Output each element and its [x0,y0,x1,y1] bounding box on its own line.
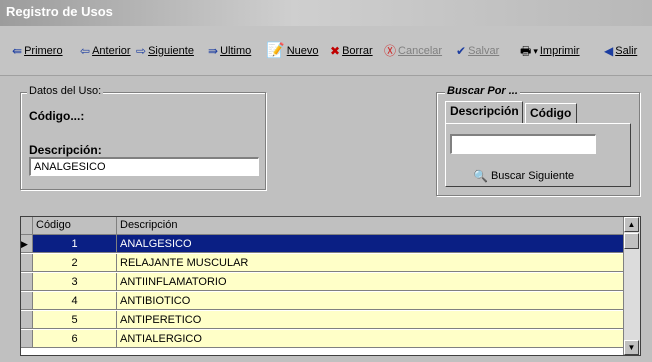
scroll-thumb[interactable] [624,233,639,249]
next-button[interactable]: ⇨ Siguiente [136,43,194,59]
new-label: Nuevo [286,45,319,57]
row-indicator[interactable] [21,311,33,329]
descripcion-field[interactable]: ANALGESICO [29,157,259,176]
magnifier-icon: 🔍 [473,169,488,183]
column-header-descripcion[interactable]: Descripción [117,217,625,234]
tab-descripcion[interactable]: Descripción [445,101,523,123]
usos-grid[interactable]: Código Descripción ▶ 1 ANALGESICO 2 RELAJANT… [20,216,641,356]
window-title: Registro de Usos [0,0,652,26]
save-check-icon: ✔ [456,44,467,58]
cell-descripcion[interactable]: ANTIINFLAMATORIO [117,273,625,291]
table-row[interactable]: 3 ANTIINFLAMATORIO [21,273,625,291]
last-arrow-icon: ⇛ [208,44,219,58]
toolbar: ⇚ Primero ⇦ Anterior ⇨ Siguiente ⇛ Ultim… [0,26,652,76]
save-button[interactable]: ✔ Salvar [456,43,499,59]
delete-label: Borrar [342,45,373,57]
printer-icon: 🖶 [520,44,532,58]
table-row[interactable]: 4 ANTIBIOTICO [21,292,625,310]
descripcion-label: Descripción: [29,143,102,157]
delete-icon: ✖ [330,44,341,58]
search-input[interactable] [450,134,596,154]
dropdown-arrow-icon[interactable]: ▾ [533,44,538,58]
codigo-label: Código...: [29,109,85,123]
delete-button[interactable]: ✖ Borrar [330,43,373,59]
cell-codigo[interactable]: 6 [33,330,117,348]
cell-codigo[interactable]: 2 [33,254,117,272]
cell-descripcion[interactable]: ANALGESICO [117,235,625,253]
previous-arrow-icon: ⇦ [80,44,91,58]
buscar-siguiente-label: Buscar Siguiente [490,170,575,182]
table-row[interactable]: 2 RELAJANTE MUSCULAR [21,254,625,272]
cancel-icon: Ⓧ [384,44,397,58]
exit-button[interactable]: ◀ Salir [604,43,637,59]
save-label: Salvar [468,45,500,57]
row-indicator[interactable] [21,292,33,310]
row-indicator[interactable] [21,254,33,272]
cancel-label: Cancelar [398,45,443,57]
datos-group-title: Datos del Uso: [27,85,104,97]
last-button[interactable]: ⇛ Ultimo [208,43,251,59]
buscar-group: Buscar Por ... Descripción Código 🔍 Busc… [436,85,640,196]
table-row[interactable]: 6 ANTIALERGICO [21,330,625,348]
next-label: Siguiente [148,45,194,57]
datos-group: Datos del Uso: Código...: Descripción: A… [20,85,266,190]
next-arrow-icon: ⇨ [136,44,147,58]
cell-codigo[interactable]: 5 [33,311,117,329]
exit-label: Salir [615,45,638,57]
cancel-button[interactable]: Ⓧ Cancelar [384,43,442,59]
previous-button[interactable]: ⇦ Anterior [80,43,131,59]
cell-descripcion[interactable]: ANTIPERETICO [117,311,625,329]
scroll-up-icon[interactable]: ▲ [624,217,639,232]
print-button[interactable]: 🖶 ▾ Imprimir [520,43,580,59]
cell-descripcion[interactable]: ANTIBIOTICO [117,292,625,310]
buscar-group-title: Buscar Por ... [445,85,520,97]
last-label: Ultimo [220,45,252,57]
column-header-codigo[interactable]: Código [33,217,117,234]
header-indicator [21,217,33,234]
grid-header: Código Descripción [21,217,625,235]
first-arrow-icon: ⇚ [12,44,23,58]
cell-codigo[interactable]: 4 [33,292,117,310]
cell-descripcion[interactable]: RELAJANTE MUSCULAR [117,254,625,272]
first-button[interactable]: ⇚ Primero [12,43,63,59]
grid-scrollbar[interactable]: ▲ ▼ [623,217,640,355]
table-row[interactable]: ▶ 1 ANALGESICO [21,235,625,253]
buscar-siguiente-button[interactable]: 🔍 Buscar Siguiente [473,169,574,183]
row-indicator[interactable] [21,330,33,348]
exit-arrow-icon: ◀ [604,44,614,58]
tab-codigo[interactable]: Código [525,103,577,123]
new-button[interactable]: 📝 Nuevo [266,43,318,59]
current-row-pointer-icon[interactable]: ▶ [21,235,33,253]
table-row[interactable]: 5 ANTIPERETICO [21,311,625,329]
new-document-icon: 📝 [266,42,285,59]
print-label: Imprimir [539,45,580,57]
first-label: Primero [24,45,63,57]
cell-descripcion[interactable]: ANTIALERGICO [117,330,625,348]
scroll-down-icon[interactable]: ▼ [624,340,639,355]
previous-label: Anterior [92,45,131,57]
cell-codigo[interactable]: 3 [33,273,117,291]
cell-codigo[interactable]: 1 [33,235,117,253]
row-indicator[interactable] [21,273,33,291]
